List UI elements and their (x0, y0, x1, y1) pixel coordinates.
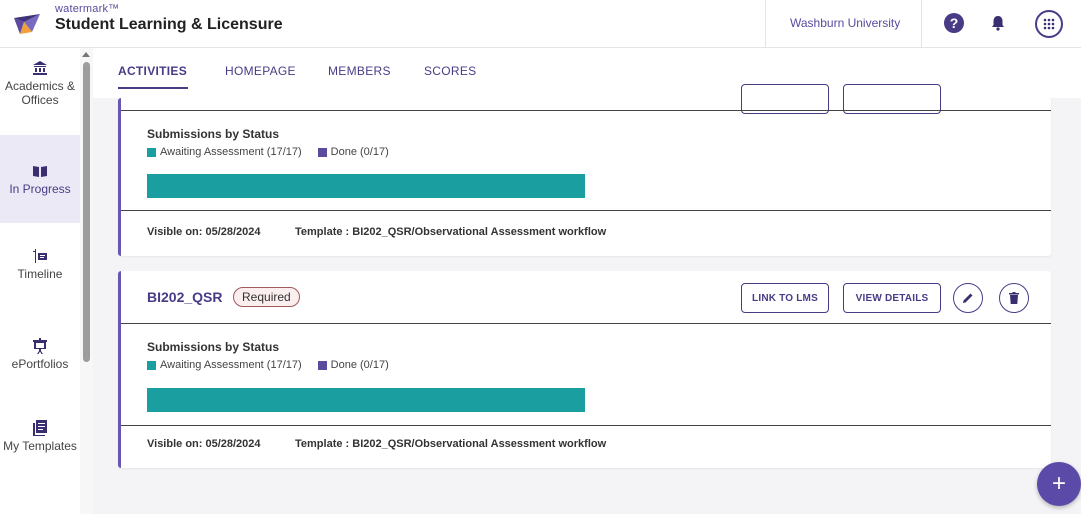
activity-title[interactable]: BI202_QSR (147, 289, 222, 305)
view-details-button[interactable]: VIEW DETAILS (843, 283, 941, 313)
header-divider (921, 0, 922, 48)
delete-button[interactable] (999, 283, 1029, 313)
edit-button[interactable] (953, 283, 983, 313)
sidebar-item-label: My Templates (3, 439, 77, 453)
sidebar-item-eportfolios[interactable]: ePortfolios (0, 338, 80, 388)
awaiting-progress-bar (147, 174, 585, 198)
visible-on-date: Visible on: 05/28/2024 (147, 438, 261, 450)
scroll-up-icon[interactable] (82, 52, 90, 57)
activity-card: Submissions by Status Awaiting Assessmen… (118, 84, 1051, 256)
templates-icon (33, 420, 47, 436)
legend-swatch-done (317, 360, 327, 370)
left-sidebar: Academics & Offices In Progress Timeline… (0, 48, 93, 514)
institution-icon (33, 61, 47, 75)
header-divider (765, 0, 766, 48)
card-divider (121, 323, 1051, 324)
trash-icon (1009, 292, 1019, 304)
card-divider (121, 110, 1051, 111)
tab-scores[interactable]: SCORES (424, 64, 476, 78)
sidebar-scroll-thumb[interactable] (83, 62, 90, 362)
legend-swatch-awaiting (147, 147, 156, 157)
legend-done: Done (0/17) (330, 146, 389, 158)
legend-awaiting: Awaiting Assessment (17/17) (160, 146, 302, 158)
sidebar-item-timeline[interactable]: Timeline (0, 248, 80, 298)
sidebar-item-label: ePortfolios (11, 357, 69, 371)
active-tab-indicator (118, 87, 188, 89)
activity-card: BI202_QSR Required LINK TO LMS VIEW DETA… (118, 271, 1051, 468)
timeline-icon (33, 249, 47, 263)
tab-activities[interactable]: ACTIVITIES (118, 64, 187, 78)
pencil-icon (963, 293, 973, 303)
template-name: Template : BI202_QSR/Observational Asses… (295, 226, 607, 238)
apps-grid-icon[interactable] (1035, 10, 1063, 38)
awaiting-progress-bar (147, 388, 585, 412)
submissions-status-label: Submissions by Status (147, 127, 280, 141)
legend-swatch-awaiting (147, 360, 156, 370)
sidebar-item-label: Academics & Offices (4, 79, 76, 107)
institution-name[interactable]: Washburn University (790, 16, 900, 30)
sidebar-item-academics[interactable]: Academics & Offices (0, 60, 80, 130)
top-header: watermark™ Student Learning & Licensure … (0, 0, 1081, 48)
help-icon[interactable]: ? (944, 13, 964, 33)
sidebar-item-label: Timeline (17, 267, 63, 281)
status-legend: Awaiting Assessment (17/17) Done (0/17) (147, 359, 389, 371)
app-title[interactable]: Student Learning & Licensure (55, 16, 283, 34)
add-activity-button[interactable]: + (1037, 462, 1081, 506)
sidebar-item-my-templates[interactable]: My Templates (0, 420, 80, 480)
brand-wordmark: watermark™ (55, 3, 120, 15)
tab-members[interactable]: MEMBERS (328, 64, 391, 78)
sidebar-item-in-progress[interactable]: In Progress (0, 135, 80, 223)
status-legend: Awaiting Assessment (17/17) Done (0/17) (147, 146, 389, 158)
open-book-icon (33, 166, 47, 177)
sidebar-item-label: In Progress (9, 182, 71, 196)
tab-homepage[interactable]: HOMEPAGE (225, 64, 296, 78)
submissions-status-label: Submissions by Status (147, 340, 280, 354)
legend-done: Done (0/17) (330, 359, 389, 371)
presentation-icon (33, 338, 47, 354)
legend-swatch-done (317, 147, 327, 157)
card-divider (121, 425, 1051, 426)
required-badge: Required (233, 287, 300, 307)
bell-icon[interactable] (987, 12, 1009, 34)
legend-awaiting: Awaiting Assessment (17/17) (160, 359, 302, 371)
card-divider (121, 210, 1051, 211)
visible-on-date: Visible on: 05/28/2024 (147, 226, 261, 238)
watermark-logo-icon (14, 14, 40, 34)
template-name: Template : BI202_QSR/Observational Asses… (295, 438, 607, 450)
link-to-lms-button[interactable]: LINK TO LMS (741, 283, 829, 313)
